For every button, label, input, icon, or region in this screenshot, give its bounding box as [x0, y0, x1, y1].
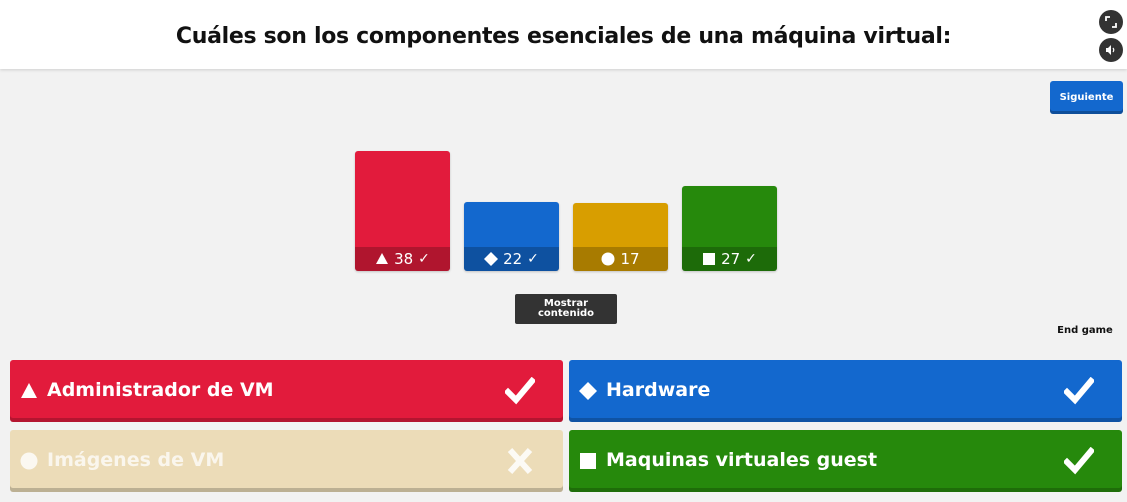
chart-value-label: 27: [721, 250, 741, 268]
answer-triangle[interactable]: Administrador de VM: [10, 360, 563, 422]
answer-square[interactable]: Maquinas virtuales guest: [569, 430, 1122, 492]
square-icon: [580, 453, 596, 469]
answer-text: Maquinas virtuales guest: [606, 449, 878, 471]
chart-value-label: 38: [394, 250, 414, 268]
triangle-icon: [376, 253, 389, 264]
answer-shape: [579, 382, 597, 400]
volume-icon: [1106, 45, 1115, 55]
check-icon: [1064, 447, 1094, 475]
question-title: Cuáles son los componentes esenciales de…: [175, 24, 952, 49]
triangle-icon: [21, 383, 37, 398]
show-media-button[interactable]: Mostrar contenido: [515, 294, 617, 324]
answer-shape: [20, 452, 38, 470]
answer-text: Imágenes de VM: [47, 449, 225, 471]
diamond-icon: [579, 382, 597, 400]
answer-text: Hardware: [606, 379, 711, 401]
chart-bar-label: 27 ✓: [682, 247, 777, 271]
chart-bar-diamond: 22 ✓: [464, 202, 559, 271]
chart-bar-triangle: 38 ✓: [355, 151, 450, 271]
circle-icon: [20, 452, 38, 470]
chart-value-label: 17: [620, 250, 640, 268]
next-button[interactable]: Siguiente: [1050, 81, 1123, 114]
answer-shape: [20, 382, 38, 400]
answer-circle[interactable]: Imágenes de VM: [10, 430, 563, 492]
chart-bar-circle: 17: [573, 203, 668, 271]
sound-button[interactable]: [1099, 38, 1123, 62]
chart-bar-label: 38 ✓: [355, 247, 450, 271]
header: Cuáles son los componentes esenciales de…: [0, 0, 1127, 69]
answer-shape: [579, 452, 597, 470]
check-icon: [1064, 377, 1094, 405]
cross-icon: [507, 447, 533, 475]
circle-icon: [601, 252, 615, 266]
fullscreen-button[interactable]: [1099, 10, 1123, 34]
check-icon: ✓: [745, 251, 757, 267]
chart-value-label: 22: [503, 250, 523, 268]
chart-bar-label: 22 ✓: [464, 247, 559, 271]
check-icon: ✓: [527, 251, 539, 267]
square-icon: [703, 253, 716, 265]
check-icon: ✓: [418, 251, 430, 267]
answer-diamond[interactable]: Hardware: [569, 360, 1122, 422]
diamond-icon: [484, 252, 499, 266]
check-icon: [505, 377, 535, 405]
end-game-link[interactable]: End game: [1045, 325, 1125, 336]
chart-bar-label: 17: [573, 247, 668, 271]
chart-bar-square: 27 ✓: [682, 186, 777, 271]
fullscreen-icon: [1105, 16, 1117, 28]
answer-text: Administrador de VM: [47, 379, 274, 401]
